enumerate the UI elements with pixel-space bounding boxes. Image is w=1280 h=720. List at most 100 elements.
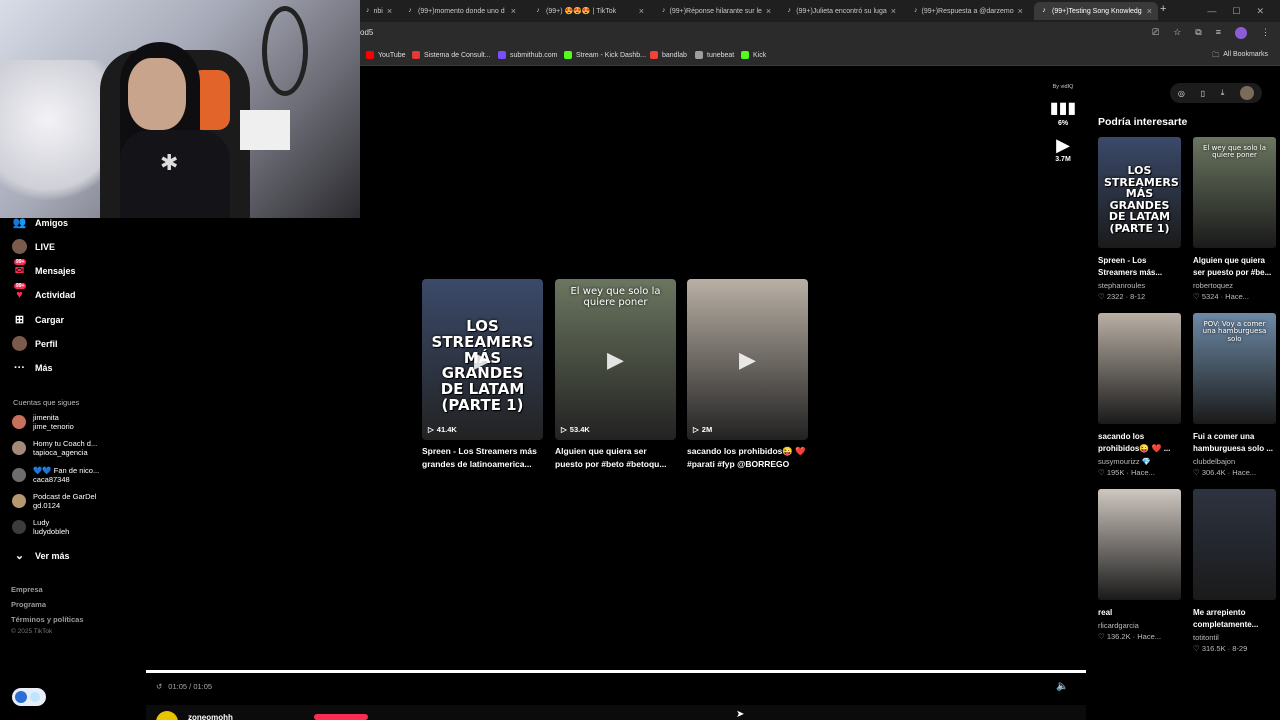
video-caption[interactable]: Alguien que quiera ser puesto por #beto #… bbox=[555, 445, 676, 471]
volume-icon[interactable]: 🔈 bbox=[1056, 681, 1068, 692]
footer-link[interactable]: Programa bbox=[11, 600, 46, 609]
video-thumbnail[interactable]: POV: Voy a comer una hamburguesa solo bbox=[1193, 313, 1276, 424]
followed-account[interactable]: Ludy ludydobleh bbox=[12, 518, 69, 536]
sidebar-item-mensajes[interactable]: ✉ 99+ Mensajes bbox=[12, 259, 76, 278]
browser-tab[interactable]: ♪ (99+)momento donde uno d × bbox=[400, 2, 522, 20]
profile-avatar[interactable] bbox=[1235, 27, 1247, 39]
close-tab-icon[interactable]: × bbox=[1147, 6, 1152, 16]
kebab-menu-icon[interactable]: ⋮ bbox=[1261, 27, 1270, 39]
see-more-button[interactable]: ⌄ Ver más bbox=[12, 548, 70, 563]
bookmark-item[interactable]: bandlab bbox=[650, 51, 687, 59]
video-author[interactable]: robertoquez bbox=[1193, 281, 1276, 290]
video-thumbnail[interactable] bbox=[1098, 489, 1181, 600]
video-caption[interactable]: Spreen - Los Streamers más grandes de lat… bbox=[422, 445, 543, 471]
bookmark-item[interactable]: Stream - Kick Dashb... bbox=[564, 51, 646, 59]
video-caption: sacando los prohibidos😜 ❤️ ... bbox=[1098, 431, 1181, 455]
bookmark-item[interactable]: tunebeat bbox=[695, 51, 734, 59]
bookmark-label: bandlab bbox=[662, 51, 687, 59]
download-icon[interactable]: ⤓ bbox=[1221, 88, 1225, 98]
replay-icon[interactable]: ↺ bbox=[156, 682, 162, 691]
account-name: Ludy bbox=[33, 518, 50, 527]
video-thumbnail[interactable]: LOS STREAMERS MÁS GRANDES DE LATAM (PART… bbox=[422, 279, 543, 440]
video-author[interactable]: clubdelbajon bbox=[1193, 457, 1276, 466]
url-field[interactable]: od5 bbox=[360, 28, 373, 37]
phone-icon[interactable]: ▯ bbox=[1201, 89, 1205, 98]
minimize-icon[interactable]: — bbox=[1207, 6, 1216, 16]
play-icon[interactable]: ▶ bbox=[1046, 135, 1080, 156]
sidebar-item-cargar[interactable]: ⊞ Cargar bbox=[12, 312, 64, 327]
followed-account[interactable]: 💙💙 Fan de nico... caca87348 bbox=[12, 466, 99, 484]
browser-tab[interactable]: ♪ (99+) 😍😍😍 | TikTok × bbox=[528, 2, 650, 20]
video-author[interactable]: susymourizz 💎 bbox=[1098, 457, 1181, 466]
browser-tab[interactable]: ♪ nbi × bbox=[360, 2, 398, 20]
bookmark-item[interactable]: YouTube bbox=[366, 51, 406, 59]
followed-account[interactable]: Homy tu Coach d... tapioca_agencia bbox=[12, 439, 97, 457]
browser-tab[interactable]: ♪ (99+)Testing Song Knowledg × bbox=[1034, 2, 1158, 20]
footer-link[interactable]: Empresa bbox=[11, 585, 43, 594]
caption-line: Alguien que quiera bbox=[1193, 256, 1266, 265]
video-thumbnail[interactable] bbox=[1098, 313, 1181, 424]
tab-label: nbi bbox=[373, 7, 383, 15]
close-tab-icon[interactable]: × bbox=[1018, 6, 1023, 16]
caption-line: sacando los prohibidos😜 ❤️ bbox=[687, 446, 806, 456]
sidebar-item-live[interactable]: LIVE bbox=[12, 239, 55, 254]
author-avatar[interactable] bbox=[156, 711, 178, 720]
end-screen-card[interactable]: El wey que solo la quiere poner ▶ ▷ 53.4K Al… bbox=[555, 279, 676, 471]
browser-tab[interactable]: ♪ (99+)Julieta encontró su luga × bbox=[780, 2, 902, 20]
video-caption[interactable]: sacando los prohibidos😜 ❤️ #parati #fyp @… bbox=[687, 445, 808, 471]
video-thumbnail[interactable]: El wey que solo la quiere poner bbox=[1193, 137, 1276, 248]
followed-account[interactable]: Podcast de GarDel gd.0124 bbox=[12, 492, 96, 510]
browser-tab[interactable]: ♪ (99+)Réponse hilarante sur le × bbox=[656, 2, 774, 20]
video-thumbnail[interactable]: LOS STREAMERS MÁS GRANDES DE LATAM (PART… bbox=[1098, 137, 1181, 248]
recommended-video[interactable]: sacando los prohibidos😜 ❤️ ... susymourizz… bbox=[1098, 313, 1181, 477]
sidebar-item-amigos[interactable]: 👥 Amigos bbox=[12, 215, 68, 230]
account-names: 💙💙 Fan de nico... caca87348 bbox=[33, 466, 99, 484]
thumbnail-text: El wey que solo la quiere poner bbox=[1202, 144, 1267, 160]
all-bookmarks[interactable]: 🗀 All Bookmarks bbox=[1212, 51, 1268, 62]
video-author[interactable]: rlicardgarcia bbox=[1098, 621, 1181, 630]
progress-bar[interactable] bbox=[146, 670, 1086, 673]
menu-icon[interactable]: ≡ bbox=[1216, 27, 1221, 39]
close-tab-icon[interactable]: × bbox=[387, 6, 392, 16]
maximize-icon[interactable]: ☐ bbox=[1232, 6, 1240, 17]
compass-icon[interactable]: ◎ bbox=[1178, 89, 1185, 98]
followed-account[interactable]: jimenita jime_tenorio bbox=[12, 413, 74, 431]
recommended-video[interactable]: POV: Voy a comer una hamburguesa solo Fui… bbox=[1193, 313, 1276, 477]
video-author[interactable]: stephanroules bbox=[1098, 281, 1181, 290]
browser-tab[interactable]: ♪ (99+)Respuesta a @darzemo × bbox=[908, 2, 1028, 20]
star-icon[interactable]: ☆ bbox=[1173, 27, 1181, 39]
sidebar-item-perfil[interactable]: Perfil bbox=[12, 336, 58, 351]
video-thumbnail[interactable]: El wey que solo la quiere poner ▶ ▷ 53.4K bbox=[555, 279, 676, 440]
video-author[interactable]: totitontil bbox=[1193, 633, 1276, 642]
close-tab-icon[interactable]: × bbox=[639, 6, 644, 16]
sidebar-item-ms[interactable]: ··· Más bbox=[12, 360, 53, 375]
bookmark-item[interactable]: submithub.com bbox=[498, 51, 557, 59]
recommended-video[interactable]: Me arrepiento completamente... totitontil ♡… bbox=[1193, 489, 1276, 653]
widget-dot-icon bbox=[30, 692, 40, 702]
avatar bbox=[12, 441, 26, 455]
end-screen-card[interactable]: ▶ ▷ 2M sacando los prohibidos😜 ❤️ #parati #f… bbox=[687, 279, 808, 471]
stats-bars-icon[interactable]: ▮▮▮ bbox=[1046, 98, 1080, 118]
notification-badge: 99+ bbox=[14, 259, 27, 265]
video-thumbnail[interactable]: ▶ ▷ 2M bbox=[687, 279, 808, 440]
close-tab-icon[interactable]: × bbox=[891, 6, 896, 16]
video-thumbnail[interactable] bbox=[1193, 489, 1276, 600]
end-screen-card[interactable]: LOS STREAMERS MÁS GRANDES DE LATAM (PART… bbox=[422, 279, 543, 471]
cast-icon[interactable]: ⎚ bbox=[1152, 27, 1159, 39]
recommended-video[interactable]: real rlicardgarcia ♡ 136.2K · Hace... bbox=[1098, 489, 1181, 641]
close-tab-icon[interactable]: × bbox=[766, 6, 771, 16]
user-avatar[interactable] bbox=[1240, 86, 1255, 100]
floating-widget[interactable] bbox=[12, 688, 46, 706]
recommended-video[interactable]: El wey que solo la quiere poner Alguien q… bbox=[1193, 137, 1276, 301]
close-window-icon[interactable]: ✕ bbox=[1256, 6, 1264, 17]
new-tab-button[interactable]: + bbox=[1160, 3, 1166, 15]
follow-button[interactable] bbox=[314, 714, 368, 720]
sidebar-item-actividad[interactable]: ♥ 99+ Actividad bbox=[12, 283, 76, 302]
footer-link[interactable]: Términos y políticas bbox=[11, 615, 84, 624]
bookmark-item[interactable]: Sistema de Consult... bbox=[412, 51, 491, 59]
bookmark-item[interactable]: Kick bbox=[741, 51, 766, 59]
close-tab-icon[interactable]: × bbox=[511, 6, 516, 16]
author-username[interactable]: zoneomohh bbox=[188, 713, 233, 720]
recommended-video[interactable]: LOS STREAMERS MÁS GRANDES DE LATAM (PART… bbox=[1098, 137, 1181, 301]
extensions-icon[interactable]: ⧉ bbox=[1195, 27, 1201, 39]
